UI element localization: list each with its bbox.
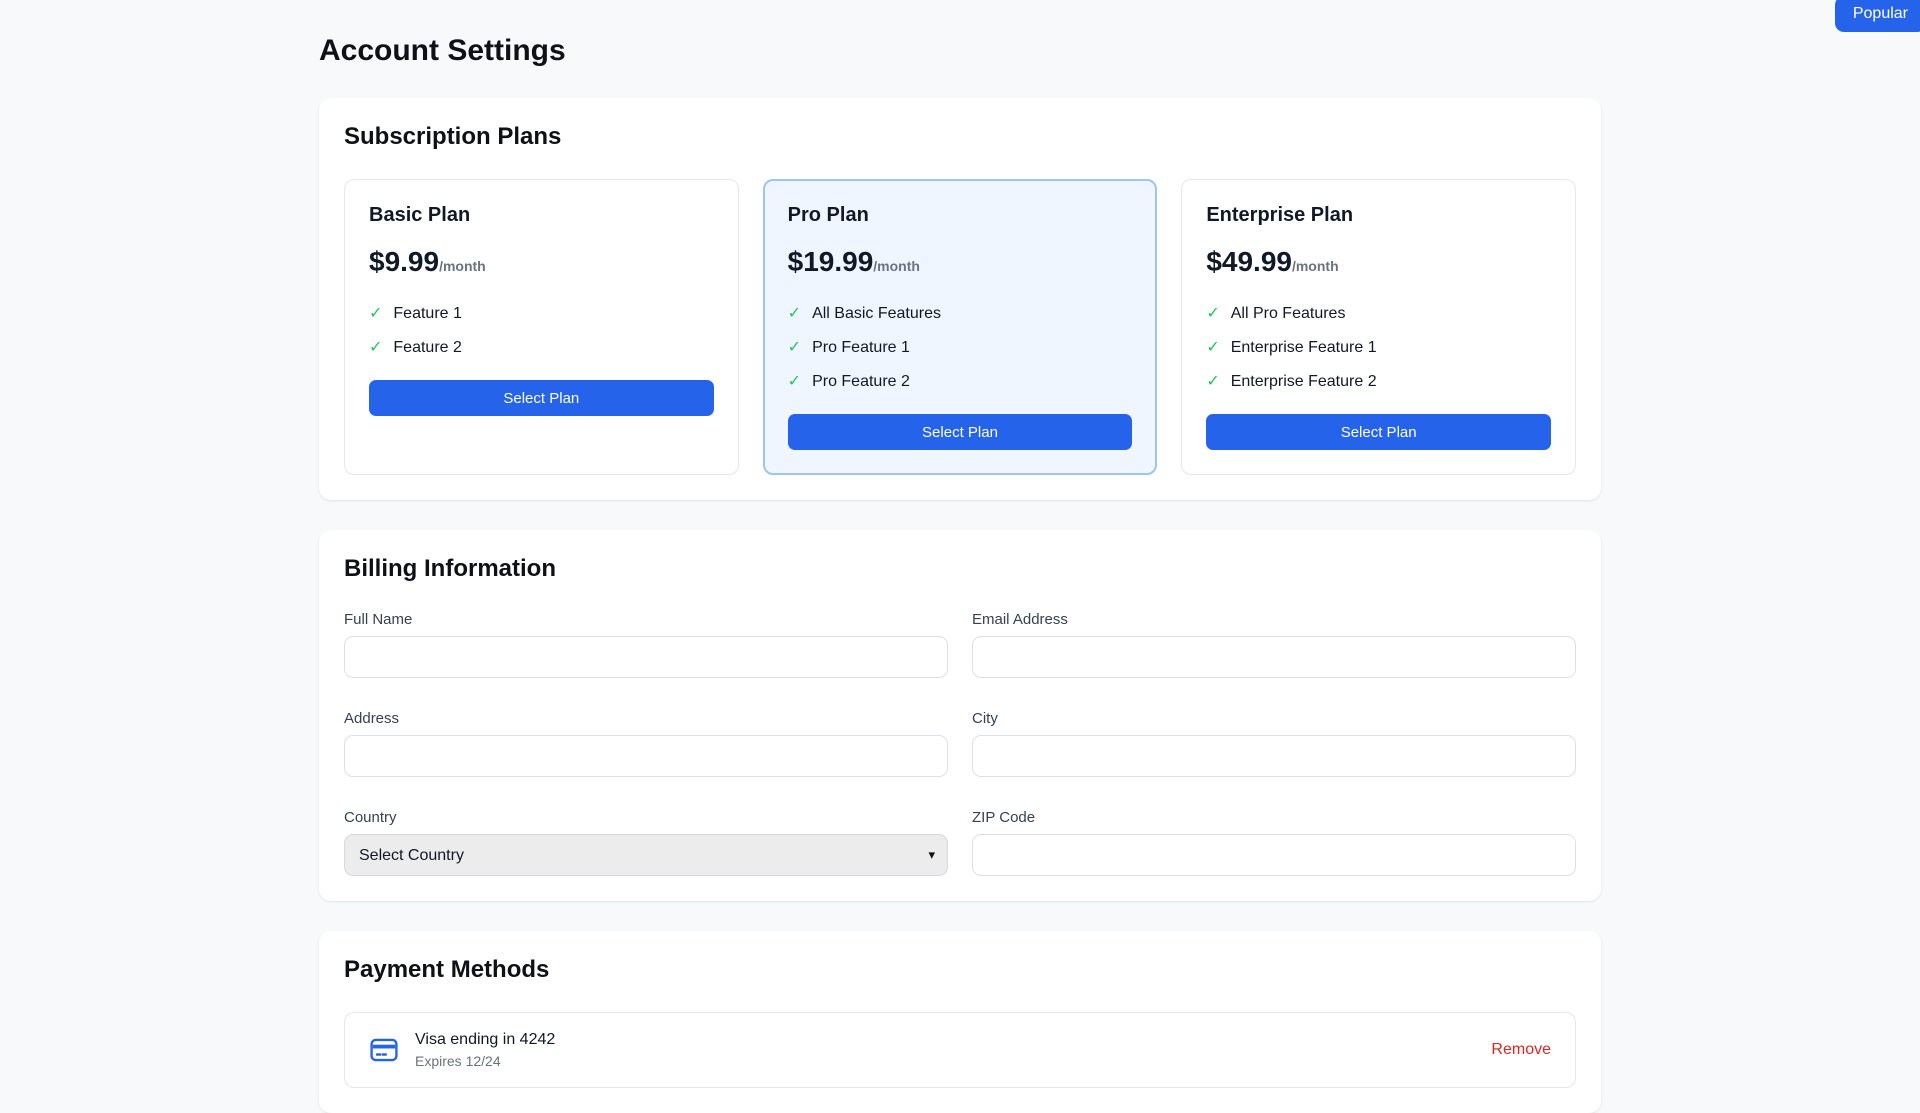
plan-name: Enterprise Plan xyxy=(1206,204,1551,227)
field-city: City xyxy=(972,710,1576,777)
plan-price-period: /month xyxy=(873,258,920,274)
city-label: City xyxy=(972,710,1576,727)
remove-card-button[interactable]: Remove xyxy=(1491,1041,1551,1059)
plan-price: $19.99/month xyxy=(788,245,1133,284)
check-icon: ✓ xyxy=(1206,372,1219,392)
field-address: Address xyxy=(344,710,948,777)
plan-feature-label: Enterprise Feature 1 xyxy=(1231,338,1377,358)
plan-feature-label: Pro Feature 1 xyxy=(812,338,910,358)
select-plan-button-enterprise[interactable]: Select Plan xyxy=(1206,414,1551,450)
check-icon: ✓ xyxy=(1206,304,1219,324)
country-select[interactable]: Select Country xyxy=(344,834,948,876)
plan-feature-label: Feature 2 xyxy=(393,338,461,358)
plan-price-period: /month xyxy=(439,258,486,274)
payment-methods-section: Payment Methods Visa ending in 4242 Expi… xyxy=(319,931,1601,1113)
page-title: Account Settings xyxy=(319,34,1601,68)
plan-feature: ✓ Enterprise Feature 1 xyxy=(1206,338,1551,358)
billing-information-section: Billing Information Full Name Email Addr… xyxy=(319,530,1601,901)
plans-grid: Basic Plan $9.99/month ✓ Feature 1 ✓ Featu… xyxy=(344,179,1576,475)
city-input[interactable] xyxy=(972,735,1576,777)
subscription-plans-section: Subscription Plans Basic Plan $9.99/mont… xyxy=(319,98,1601,500)
email-address-label: Email Address xyxy=(972,611,1576,628)
plan-feature: ✓ Feature 2 xyxy=(369,338,714,358)
plan-price: $49.99/month xyxy=(1206,245,1551,284)
select-plan-button-basic[interactable]: Select Plan xyxy=(369,380,714,416)
plan-feature: ✓ All Pro Features xyxy=(1206,304,1551,324)
plan-card-basic: Basic Plan $9.99/month ✓ Feature 1 ✓ Featu… xyxy=(344,179,739,475)
plan-price-amount: $9.99 xyxy=(369,246,439,277)
full-name-input[interactable] xyxy=(344,636,948,678)
billing-information-heading: Billing Information xyxy=(344,555,1576,583)
field-zip-code: ZIP Code xyxy=(972,809,1576,876)
plan-feature-label: Enterprise Feature 2 xyxy=(1231,372,1377,392)
plan-price-amount: $49.99 xyxy=(1206,246,1292,277)
plan-feature-list: ✓ Feature 1 ✓ Feature 2 xyxy=(369,304,714,372)
field-country: Country Select Country ▾ xyxy=(344,809,948,876)
plan-price: $9.99/month xyxy=(369,245,714,284)
plan-feature-list: ✓All Pro Features ✓Enterprise Feature 1 … xyxy=(1206,304,1551,406)
plan-feature: ✓ Feature 1 xyxy=(369,304,714,324)
email-address-input[interactable] xyxy=(972,636,1576,678)
check-icon: ✓ xyxy=(369,304,382,324)
account-settings-page: Account Settings Subscription Plans Basi… xyxy=(319,0,1601,1113)
plan-card-pro: Pro Plan $19.99/month ✓ All Basic Feature… xyxy=(763,179,1158,475)
country-label: Country xyxy=(344,809,948,826)
plan-name: Pro Plan xyxy=(788,204,1133,227)
check-icon: ✓ xyxy=(788,338,801,358)
plan-feature: ✓ Pro Feature 1 xyxy=(788,338,1133,358)
plan-feature-list: ✓ All Basic Features ✓ Pro Feature 1 ✓ Pro … xyxy=(788,304,1133,406)
plan-price-amount: $19.99 xyxy=(788,246,874,277)
address-label: Address xyxy=(344,710,948,727)
subscription-plans-heading: Subscription Plans xyxy=(344,123,1576,151)
payment-method-row: Visa ending in 4242 Expires 12/24 Remove xyxy=(344,1012,1576,1088)
plan-feature-label: Feature 1 xyxy=(393,304,461,324)
check-icon: ✓ xyxy=(1206,338,1219,358)
plan-name: Basic Plan xyxy=(369,204,714,227)
plan-feature-label: Pro Feature 2 xyxy=(812,372,910,392)
zip-code-label: ZIP Code xyxy=(972,809,1576,826)
plan-feature-label: All Pro Features xyxy=(1231,304,1346,324)
payment-methods-heading: Payment Methods xyxy=(344,956,1576,984)
credit-card-icon xyxy=(369,1037,399,1063)
plan-card-enterprise: Enterprise Plan $49.99/month ✓ All Pro Fe… xyxy=(1181,179,1576,475)
zip-code-input[interactable] xyxy=(972,834,1576,876)
full-name-label: Full Name xyxy=(344,611,948,628)
card-expiry: Expires 12/24 xyxy=(415,1053,555,1069)
check-icon: ✓ xyxy=(788,372,801,392)
field-full-name: Full Name xyxy=(344,611,948,678)
select-plan-button-pro[interactable]: Select Plan xyxy=(788,414,1133,450)
card-name: Visa ending in 4242 xyxy=(415,1031,555,1049)
popular-badge: Popular xyxy=(1835,0,1920,32)
check-icon: ✓ xyxy=(369,338,382,358)
plan-price-period: /month xyxy=(1292,258,1339,274)
field-email-address: Email Address xyxy=(972,611,1576,678)
plan-feature: ✓ Pro Feature 2 xyxy=(788,372,1133,392)
billing-form: Full Name Email Address Address City Cou… xyxy=(344,611,1576,876)
check-icon: ✓ xyxy=(788,304,801,324)
plan-feature: ✓ All Basic Features xyxy=(788,304,1133,324)
plan-feature-label: All Basic Features xyxy=(812,304,941,324)
plan-feature: ✓ Enterprise Feature 2 xyxy=(1206,372,1551,392)
address-input[interactable] xyxy=(344,735,948,777)
